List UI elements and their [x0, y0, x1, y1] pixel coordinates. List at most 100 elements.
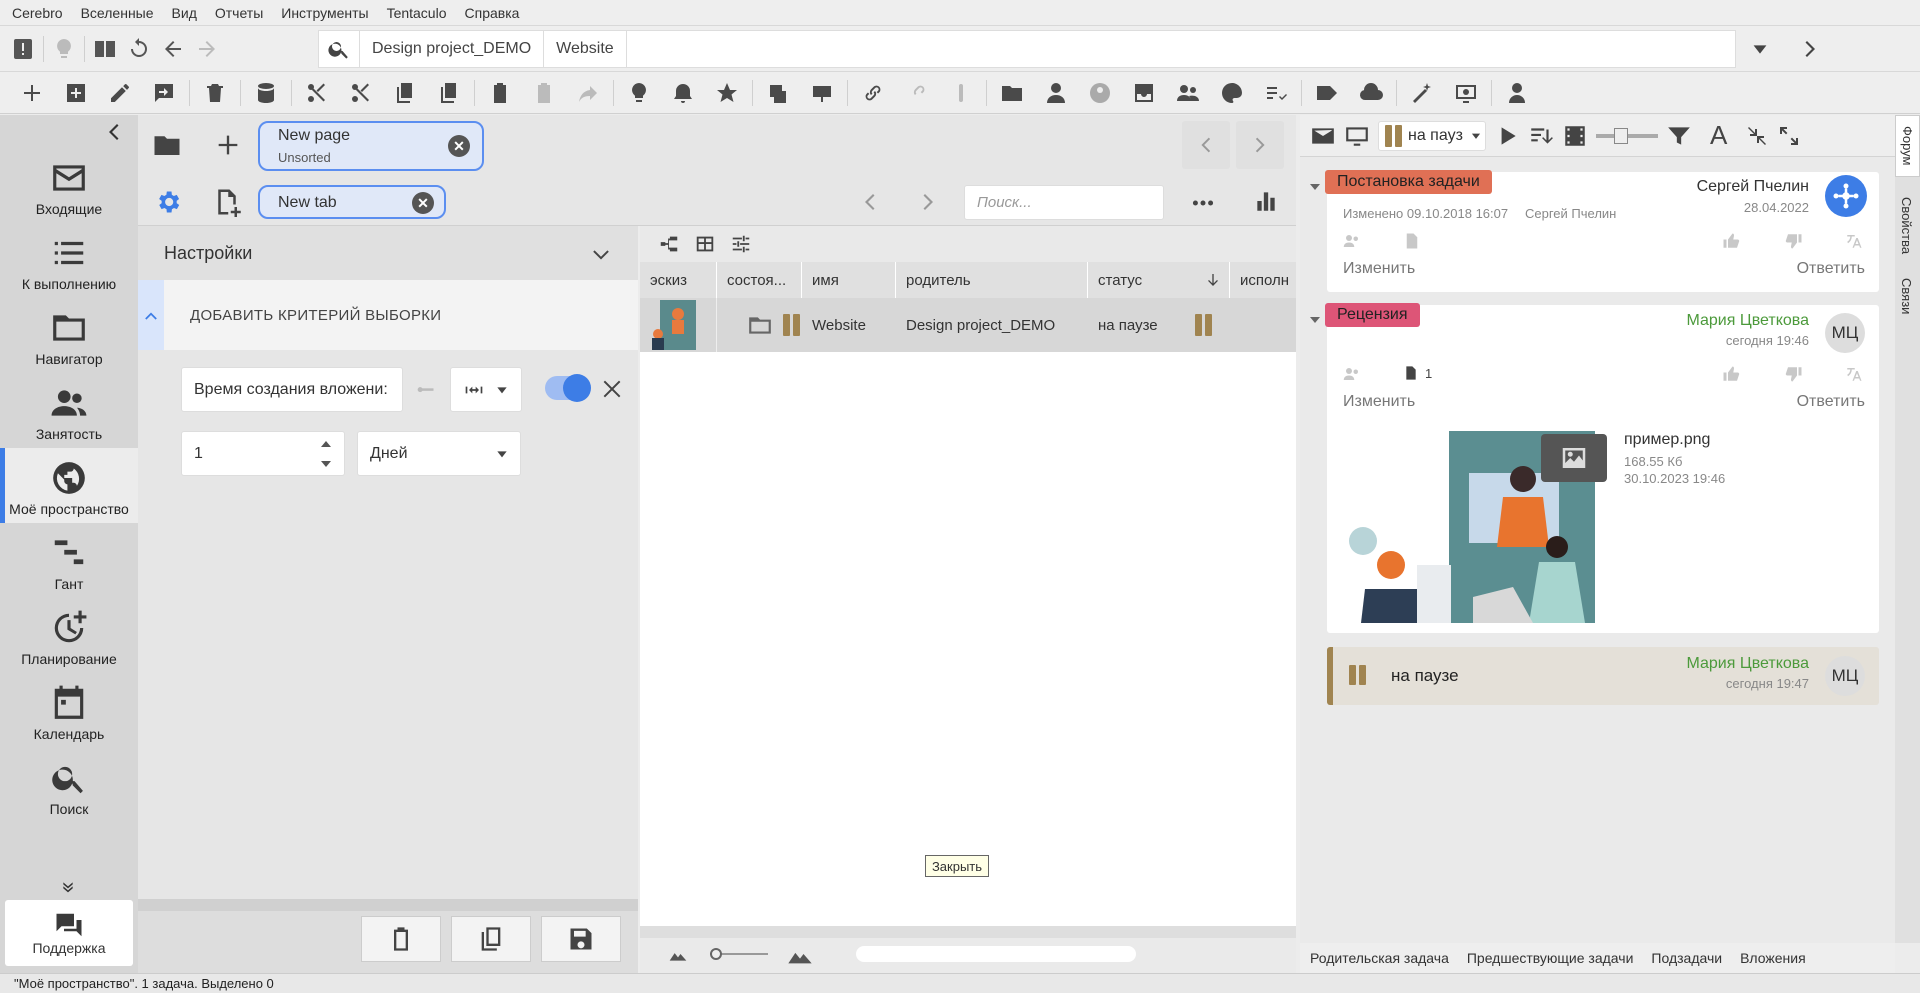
checklist-icon[interactable]: [1254, 76, 1298, 110]
close-page-tab-icon[interactable]: ✕: [448, 135, 470, 157]
gear-icon[interactable]: [154, 188, 182, 220]
alarm-icon[interactable]: [661, 76, 705, 110]
add-criteria-row[interactable]: ДОБАВИТЬ КРИТЕРИЙ ВЫБОРКИ: [138, 280, 638, 350]
paste-filter-button[interactable]: [361, 916, 441, 962]
mail-x-icon[interactable]: [1310, 123, 1336, 149]
tab-prev-icon[interactable]: [858, 190, 882, 218]
user-settings-icon[interactable]: [1495, 76, 1539, 110]
play-icon[interactable]: [1494, 123, 1520, 149]
settings-header[interactable]: Настройки: [138, 226, 638, 280]
breadcrumb-task[interactable]: Website: [544, 31, 627, 67]
table-row[interactable]: Website Design project_DEMO на паузе: [640, 298, 1296, 352]
message-icon[interactable]: [142, 76, 186, 110]
cut-link-icon[interactable]: [339, 76, 383, 110]
add-icon[interactable]: [10, 76, 54, 110]
edit-icon[interactable]: [98, 76, 142, 110]
size-slider[interactable]: [1596, 127, 1658, 144]
attachment-preview[interactable]: [1343, 427, 1607, 623]
database-icon[interactable]: [244, 76, 288, 110]
chevron-right-icon[interactable]: [1790, 30, 1830, 68]
lightbulb-icon[interactable]: [47, 32, 81, 66]
copy-link-icon[interactable]: [427, 76, 471, 110]
filter-icon[interactable]: [1666, 123, 1692, 149]
menu-cerebro[interactable]: Cerebro: [12, 5, 63, 21]
redirect-icon[interactable]: [566, 76, 610, 110]
group-icon[interactable]: [1166, 76, 1210, 110]
alert-icon[interactable]: [6, 32, 40, 66]
range-link-icon[interactable]: [414, 380, 438, 404]
col-parent[interactable]: родитель: [896, 262, 1088, 298]
copy-filter-button[interactable]: [451, 916, 531, 962]
sliders-icon[interactable]: [730, 233, 752, 255]
path-search-icon[interactable]: [319, 31, 360, 67]
chevron-up-icon[interactable]: [138, 280, 164, 350]
col-assignee[interactable]: исполн: [1230, 262, 1296, 298]
zoom-slider[interactable]: [710, 948, 768, 960]
palette-icon[interactable]: [1210, 76, 1254, 110]
folder-icon[interactable]: [990, 76, 1034, 110]
user-icon[interactable]: [1034, 76, 1078, 110]
status-select[interactable]: на пауз: [1378, 120, 1486, 151]
add-subtask-icon[interactable]: [54, 76, 98, 110]
menu-tools[interactable]: Инструменты: [281, 5, 368, 21]
zoom-out-icon[interactable]: [668, 944, 688, 964]
duplicate-icon[interactable]: [756, 76, 800, 110]
page-next-icon[interactable]: [1236, 121, 1284, 169]
sidebar-item-occupancy[interactable]: Занятость: [0, 373, 138, 448]
criteria-toggle[interactable]: [545, 374, 591, 402]
magic-wand-icon[interactable]: [1400, 76, 1444, 110]
add-page-icon[interactable]: [214, 131, 242, 163]
tab-previous-tasks[interactable]: Предшествующие задачи: [1467, 950, 1634, 966]
star-icon[interactable]: [705, 76, 749, 110]
col-state[interactable]: состоя...: [717, 262, 802, 298]
refresh-icon[interactable]: [122, 32, 156, 66]
search-input[interactable]: Поиск...: [964, 185, 1164, 220]
number-stepper[interactable]: 1: [181, 431, 345, 476]
edit-link[interactable]: Изменить: [1343, 393, 1415, 411]
document-icon[interactable]: [1403, 232, 1421, 254]
film-icon[interactable]: [1562, 123, 1588, 149]
people-icon[interactable]: [1343, 365, 1361, 387]
support-button[interactable]: Поддержка: [5, 900, 133, 966]
monitor-settings-icon[interactable]: [1444, 76, 1488, 110]
idea-icon[interactable]: [617, 76, 661, 110]
tab-parent-task[interactable]: Родительская задача: [1310, 950, 1449, 966]
card-author[interactable]: Мария Цветкова: [1687, 655, 1810, 673]
sidebar-item-calendar[interactable]: Календарь: [0, 673, 138, 748]
translate-icon[interactable]: [1845, 365, 1863, 387]
like-icon[interactable]: [1722, 365, 1740, 387]
sidebar-item-search[interactable]: Поиск: [0, 748, 138, 823]
card-author[interactable]: Мария Цветкова: [1687, 312, 1810, 330]
back-icon[interactable]: [156, 32, 190, 66]
remove-criteria-icon[interactable]: [600, 377, 624, 405]
page-tab[interactable]: New page Unsorted ✕: [258, 121, 484, 171]
menu-help[interactable]: Справка: [465, 5, 520, 21]
file-name[interactable]: пример.png: [1624, 431, 1710, 449]
sub-tab[interactable]: New tab ✕: [258, 185, 446, 219]
chain-icon[interactable]: [939, 76, 983, 110]
font-icon[interactable]: A: [1710, 120, 1727, 151]
unlink-icon[interactable]: [895, 76, 939, 110]
sidebar-item-navigator[interactable]: Навигатор: [0, 298, 138, 373]
expand-icon[interactable]: [1777, 124, 1801, 148]
copy-icon[interactable]: [383, 76, 427, 110]
tab-forum[interactable]: Форум: [1895, 115, 1920, 177]
sidebar-item-planning[interactable]: Планирование: [0, 598, 138, 673]
like-icon[interactable]: [1722, 232, 1740, 254]
translate-icon[interactable]: [1845, 232, 1863, 254]
chart-icon[interactable]: [1253, 188, 1279, 218]
new-tab-icon[interactable]: [212, 187, 242, 221]
more-icon[interactable]: [1190, 190, 1216, 220]
menu-view[interactable]: Вид: [172, 5, 197, 21]
col-name[interactable]: имя: [802, 262, 896, 298]
zoom-in-icon[interactable]: [786, 940, 814, 968]
paste-link-icon[interactable]: [522, 76, 566, 110]
tag-icon[interactable]: [1305, 76, 1349, 110]
collapse-caret-icon[interactable]: [1310, 182, 1320, 192]
sidebar-item-inbox[interactable]: Входящие: [0, 148, 138, 223]
people-icon[interactable]: [1343, 232, 1361, 254]
edit-link[interactable]: Изменить: [1343, 260, 1415, 278]
expand-down-icon[interactable]: [60, 879, 76, 899]
collapse-sidebar-icon[interactable]: [0, 115, 138, 148]
forward-icon[interactable]: [190, 32, 224, 66]
